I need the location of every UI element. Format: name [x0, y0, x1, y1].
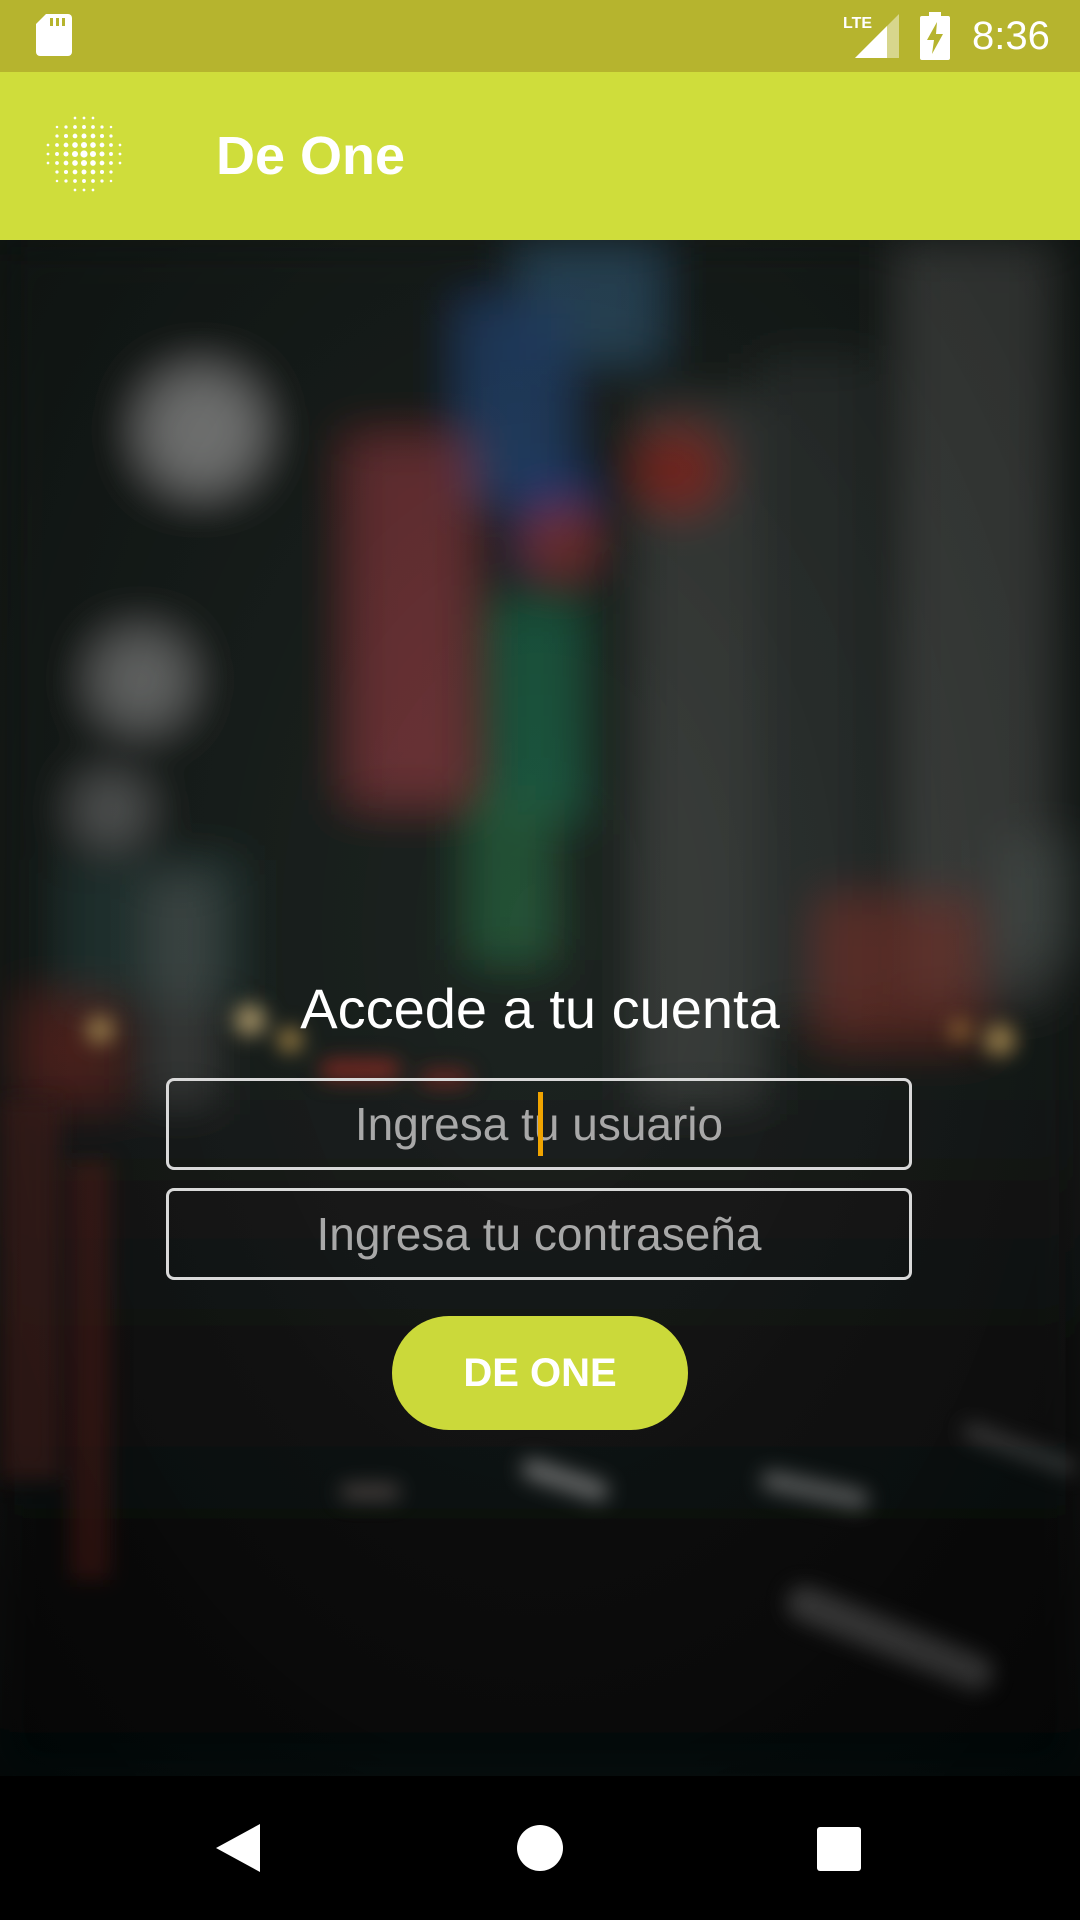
logo-dot — [63, 142, 69, 148]
logo-dot — [99, 169, 105, 175]
status-bar: LTE 8:36 — [0, 0, 1080, 72]
recent-apps-icon[interactable] — [816, 1826, 862, 1872]
logo-dot — [80, 141, 88, 149]
logo-dot — [55, 170, 59, 174]
logo-dot — [72, 169, 78, 175]
logo-dot — [109, 125, 113, 129]
back-icon[interactable] — [214, 1822, 262, 1874]
logo-dot — [64, 179, 68, 183]
logo-dot — [71, 150, 79, 158]
logo-dot — [64, 125, 68, 129]
logo-dot — [89, 150, 97, 158]
logo-dot — [91, 116, 95, 120]
logo-dot — [63, 169, 69, 175]
lte-signal-icon: LTE — [843, 14, 899, 58]
logo-dot — [118, 161, 122, 165]
logo-dot — [55, 179, 59, 183]
logo-dot — [72, 142, 78, 148]
logo-dot — [118, 152, 122, 156]
password-input[interactable] — [166, 1188, 912, 1280]
logo-dot — [109, 134, 113, 138]
logo-dot — [109, 152, 113, 156]
logo-dot — [100, 125, 104, 129]
logo-dot — [55, 143, 59, 147]
logo-dot — [46, 152, 50, 156]
logo-dot — [63, 151, 69, 157]
logo-dot — [73, 125, 77, 129]
home-icon[interactable] — [516, 1824, 564, 1872]
logo-dot — [91, 125, 95, 129]
logo-dot — [72, 133, 78, 139]
logo-dot — [73, 179, 77, 183]
logo-dot — [55, 134, 59, 138]
logo-dot — [63, 160, 69, 166]
logo-dot — [109, 143, 113, 147]
logo-dot — [99, 151, 105, 157]
logo-dot — [99, 133, 105, 139]
logo-dot — [46, 161, 50, 165]
login-button[interactable]: DE ONE — [392, 1316, 688, 1430]
logo-dot — [80, 150, 88, 158]
battery-charging-icon — [920, 12, 950, 60]
sd-card-icon — [36, 14, 72, 56]
text-cursor — [538, 1092, 543, 1156]
logo-dot — [46, 143, 50, 147]
login-heading: Accede a tu cuenta — [300, 977, 780, 1040]
dotted-circle-logo-icon — [46, 116, 122, 192]
logo-dot — [72, 160, 78, 166]
logo-dot — [82, 188, 86, 192]
status-time: 8:36 — [972, 14, 1050, 58]
logo-dot — [63, 133, 69, 139]
logo-dot — [109, 170, 113, 174]
logo-dot — [90, 133, 96, 139]
logo-dot — [90, 160, 96, 166]
logo-dot — [90, 169, 96, 175]
logo-dot — [55, 161, 59, 165]
logo-dot — [73, 116, 77, 120]
app-title: De One — [216, 126, 406, 186]
screen: LTE 8:36 De One Accede a tu cuenta Ingre… — [0, 0, 1080, 1920]
logo-dot — [91, 188, 95, 192]
logo-dot — [100, 179, 104, 183]
logo-dot — [81, 169, 87, 175]
logo-dot — [82, 125, 86, 129]
app-bar: De One — [0, 72, 1080, 240]
logo-dot — [91, 179, 95, 183]
logo-dot — [80, 159, 88, 167]
logo-dot — [82, 179, 86, 183]
logo-dot — [109, 161, 113, 165]
logo-dot — [81, 133, 87, 139]
lte-label: LTE — [843, 15, 872, 32]
logo-dot — [99, 160, 105, 166]
logo-dot — [90, 142, 96, 148]
logo-dot — [118, 143, 122, 147]
logo-dot — [99, 142, 105, 148]
logo-dot — [55, 152, 59, 156]
logo-dot — [55, 125, 59, 129]
logo-dot — [109, 179, 113, 183]
logo-dot — [73, 188, 77, 192]
logo-dot — [82, 116, 86, 120]
